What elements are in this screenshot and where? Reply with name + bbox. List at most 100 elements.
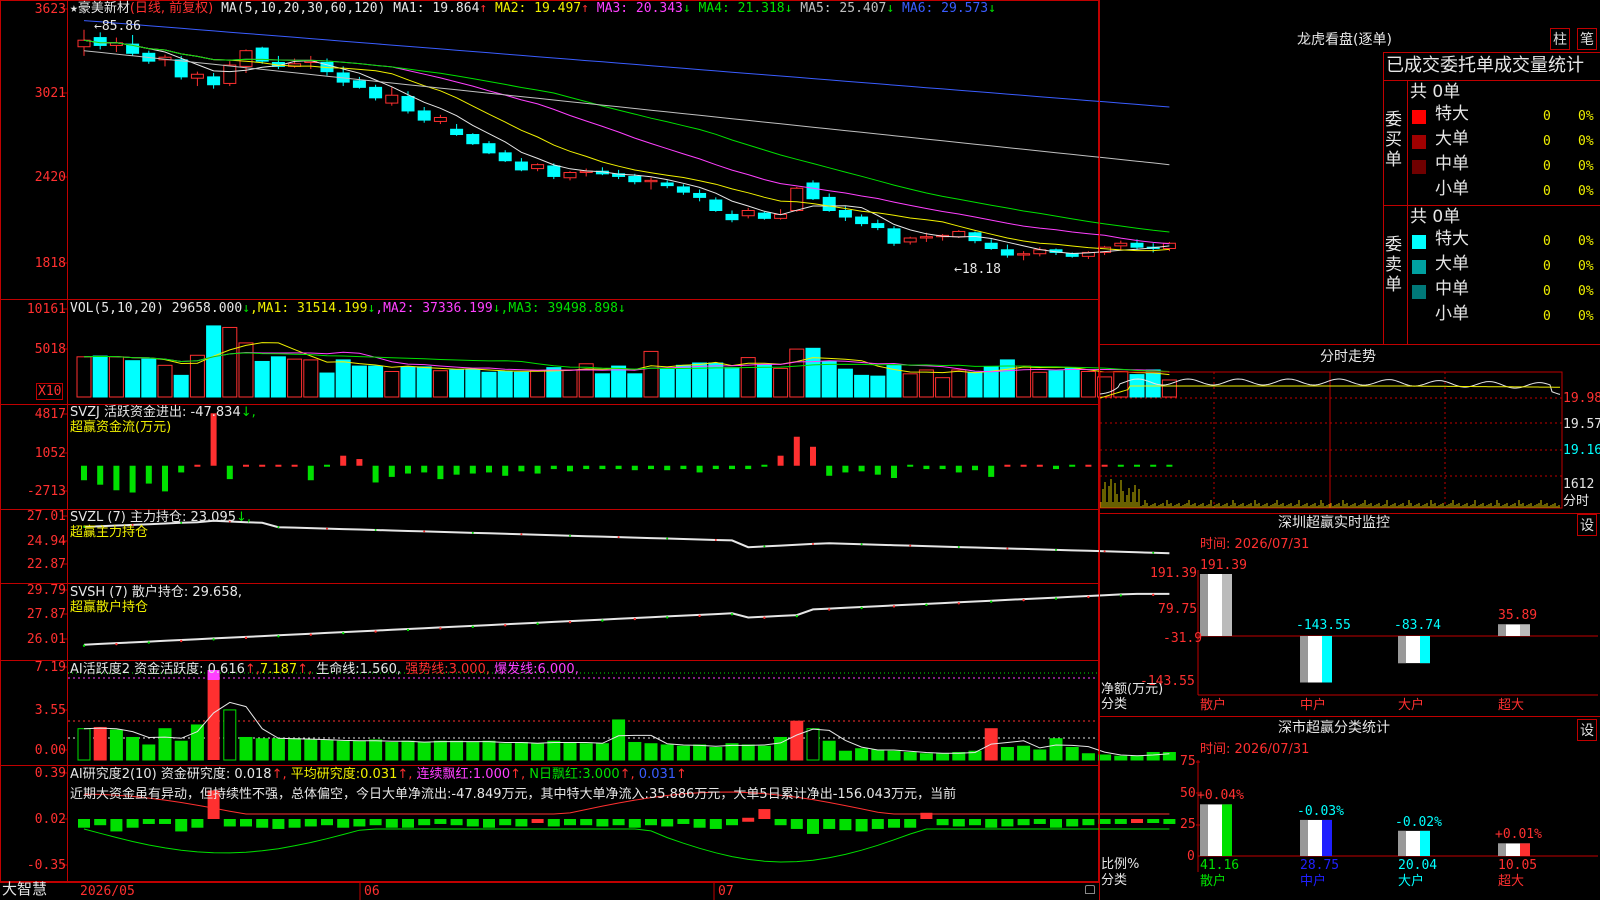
candle-down bbox=[757, 212, 771, 219]
candle-down bbox=[207, 76, 221, 86]
stats-header-line bbox=[1383, 80, 1600, 81]
ai-research-bar bbox=[742, 817, 755, 822]
ai-activity-bar bbox=[1000, 746, 1014, 761]
monitor-title: 深圳超赢实时监控 bbox=[1278, 515, 1390, 531]
ai-research-bar bbox=[531, 819, 544, 823]
ai-activity-bar bbox=[417, 741, 431, 761]
ai2-axis-label: 0.39 bbox=[34, 766, 66, 781]
svzj-bar bbox=[291, 464, 298, 467]
svzl-dot bbox=[1103, 550, 1106, 553]
svzl-dot bbox=[1055, 548, 1057, 551]
buy-swatch-2 bbox=[1412, 160, 1426, 174]
ai-research-bar bbox=[321, 819, 333, 826]
monitor-settings-button[interactable]: 设 bbox=[1577, 514, 1597, 536]
ai-research-bar bbox=[1114, 819, 1127, 824]
ai-activity-bar bbox=[352, 740, 366, 761]
volume-bar bbox=[530, 370, 546, 398]
svsh-dot bbox=[309, 633, 312, 636]
candle-up bbox=[790, 187, 804, 211]
ai-activity-header: AI活跃度2 资金活跃度: 0.616↑,7.187↑, 生命线:1.560, … bbox=[70, 662, 579, 677]
svzj-bar bbox=[648, 465, 654, 470]
svsh-dot bbox=[568, 620, 572, 624]
class-ylabel: 比例% bbox=[1101, 857, 1140, 872]
sell-row-count: 0 bbox=[1543, 234, 1551, 249]
svsh-dot bbox=[439, 627, 442, 630]
vol-arrow: ↓ bbox=[242, 301, 251, 316]
lock-icon[interactable] bbox=[1085, 885, 1095, 894]
ai-research-bar bbox=[693, 819, 706, 828]
monitor-category: 大户 bbox=[1398, 698, 1425, 713]
period-label[interactable]: (日线, 前复权) bbox=[130, 1, 213, 16]
svsh-axis-label: 26.01 bbox=[26, 632, 66, 647]
ai-research-bar bbox=[1050, 819, 1062, 828]
volume-bar bbox=[659, 368, 675, 398]
ai-activity-bar bbox=[433, 740, 447, 761]
volume-bar bbox=[675, 364, 691, 398]
candle-down bbox=[450, 128, 464, 136]
svzj-bar bbox=[162, 465, 168, 492]
pen-mode-button[interactable]: 笔 bbox=[1577, 28, 1597, 50]
volume-bar bbox=[173, 374, 189, 398]
svzj-bar bbox=[97, 465, 104, 485]
sell-row-pct: 0% bbox=[1578, 234, 1594, 249]
ai-activity-bar bbox=[1098, 754, 1112, 761]
volume-bar bbox=[125, 360, 141, 398]
volume-bar bbox=[351, 365, 367, 398]
ai-activity-bar bbox=[676, 745, 690, 761]
buy-row-count: 0 bbox=[1543, 109, 1551, 124]
buy-row-pct: 0% bbox=[1578, 184, 1594, 199]
ai-activity-bar bbox=[1146, 751, 1160, 761]
ai-research-bar bbox=[726, 819, 738, 826]
ai-activity-bar bbox=[271, 738, 285, 761]
ai-activity-bar bbox=[450, 740, 464, 761]
svsh-value: 29.658 bbox=[192, 585, 238, 600]
svsh-dot bbox=[1054, 597, 1058, 600]
svzj-bar bbox=[793, 436, 800, 466]
ai-research-bar bbox=[191, 819, 204, 828]
intraday-axis-mid: 19.57 bbox=[1563, 417, 1600, 432]
candle-down bbox=[1000, 249, 1014, 256]
monitor-category: 散户 bbox=[1200, 698, 1227, 713]
svzj-bar bbox=[437, 465, 444, 480]
ai-research-bar bbox=[1098, 819, 1111, 824]
svzj-bar bbox=[696, 465, 703, 473]
candle-down bbox=[709, 199, 723, 212]
candle-down bbox=[93, 37, 107, 46]
stock-name: 豪美新材 bbox=[77, 1, 130, 16]
volume-bar bbox=[449, 369, 465, 398]
volume-bar bbox=[1080, 371, 1096, 398]
buy-row-name: 特大 bbox=[1435, 104, 1469, 124]
vol-unit-badge[interactable]: X10 bbox=[36, 383, 64, 400]
svzj-bar bbox=[777, 455, 784, 466]
ai-research-bar bbox=[288, 819, 301, 828]
ai-research-bar bbox=[790, 819, 803, 829]
buy-row-pct: 0% bbox=[1578, 134, 1594, 149]
svzl-axis-label: 22.87 bbox=[26, 557, 66, 572]
vol-axis-label: 10161 bbox=[26, 302, 66, 317]
volume-bar bbox=[368, 365, 384, 398]
svzj-bar bbox=[583, 465, 590, 470]
class-axis-50: 50 bbox=[1180, 786, 1196, 801]
ai-activity-bar bbox=[190, 724, 204, 761]
ai-activity-bar bbox=[1065, 746, 1079, 761]
n-day-red-value: 3.000 bbox=[582, 767, 620, 782]
bar-mode-button[interactable]: 柱 bbox=[1550, 28, 1570, 50]
ai-research-bar bbox=[888, 819, 900, 828]
monitor-bar-edge bbox=[1520, 624, 1530, 636]
date-tick-may: 2026/05 bbox=[80, 884, 135, 899]
class-bar-shade bbox=[1398, 830, 1406, 856]
class-axis-75: 75 bbox=[1180, 754, 1196, 769]
svsh-dot bbox=[828, 608, 831, 611]
class-settings-button[interactable]: 设 bbox=[1577, 719, 1597, 741]
intraday-vol-max: 1612 bbox=[1563, 477, 1595, 492]
buy-row-name: 中单 bbox=[1435, 154, 1469, 174]
monitor-time: 时间: 2026/07/31 bbox=[1200, 537, 1310, 552]
ai-activity-bar bbox=[514, 741, 528, 761]
intraday-panel[interactable] bbox=[1099, 344, 1600, 514]
svzl-title: SVZL (7) 主力持仓: bbox=[70, 510, 187, 525]
ai-commentary: 近期大资金虽有异动，但持续性不强，总体偏空，今日大单净流出:-47.849万元，… bbox=[70, 787, 957, 802]
monitor-bar-shade bbox=[1300, 636, 1308, 683]
svsh-dot bbox=[990, 600, 993, 603]
vol-ma-item: ,MA1: 31514.199 bbox=[250, 301, 368, 316]
favorite-star-icon[interactable]: ★ bbox=[70, 1, 78, 16]
